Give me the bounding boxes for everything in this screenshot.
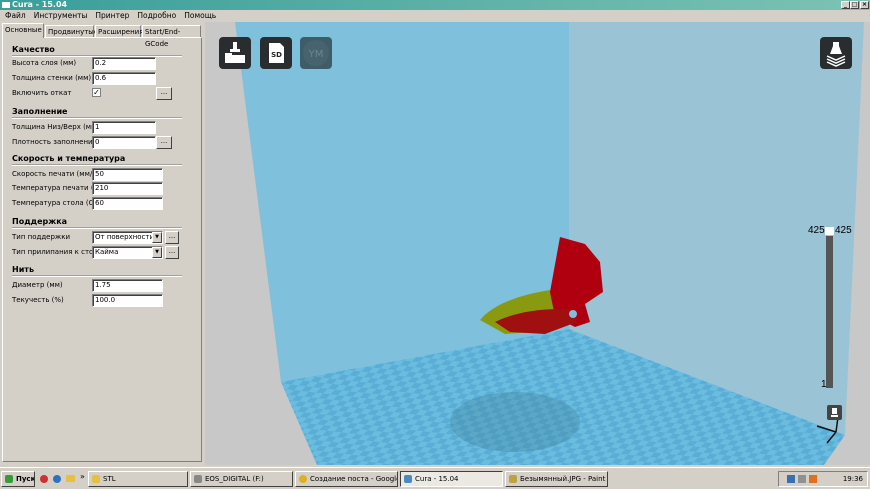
- settings-panel: Основные Продвинутые Расширения Start/En…: [0, 22, 205, 465]
- taskbar-item-label: Создание поста - Google...: [310, 475, 398, 483]
- start-label: Пуск: [16, 475, 35, 483]
- print-speed-label: Скорость печати (мм/с): [12, 170, 99, 178]
- flow-label: Текучесть (%): [12, 296, 64, 304]
- clock: 19:36: [842, 475, 863, 483]
- bottom-top-thickness-label: Толщина Низ/Верх (мм): [12, 123, 100, 131]
- taskbar-item-eos-digital[interactable]: EOS_DIGITAL (F:): [190, 471, 293, 487]
- layer-max-right: 425: [835, 225, 852, 236]
- load-icon: [225, 42, 245, 63]
- flow-input[interactable]: 100.0: [92, 294, 163, 307]
- layer-height-input[interactable]: 0.2: [92, 57, 156, 70]
- svg-text:SD: SD: [271, 51, 282, 59]
- wall-thickness-input[interactable]: 0.6: [92, 72, 156, 85]
- adhesion-type-value: Кайма: [95, 248, 119, 256]
- adhesion-type-select[interactable]: Кайма ▼: [92, 246, 163, 259]
- svg-text:YM: YM: [308, 49, 324, 60]
- ie-icon[interactable]: [53, 475, 61, 483]
- print-icon: [831, 408, 838, 417]
- retraction-label: Включить откат: [12, 89, 72, 97]
- taskbar-item-stl[interactable]: STL: [88, 471, 188, 487]
- start-button[interactable]: Пуск: [1, 471, 35, 487]
- taskbar-item-paint[interactable]: Безымянный.JPG - Paint: [505, 471, 608, 487]
- bed-temperature-input[interactable]: 60: [92, 197, 163, 210]
- layer-slider[interactable]: [826, 236, 833, 388]
- youmagine-button[interactable]: YM: [300, 37, 332, 69]
- support-type-value: От поверхности: [95, 233, 155, 241]
- opera-icon[interactable]: [40, 475, 48, 483]
- load-model-button[interactable]: [219, 37, 251, 69]
- menu-expert[interactable]: Подробно: [137, 11, 176, 20]
- close-button[interactable]: ×: [860, 1, 869, 9]
- menu-help[interactable]: Помощь: [184, 11, 216, 20]
- tray-icon[interactable]: [787, 475, 795, 483]
- tab-basic[interactable]: Основные: [2, 23, 44, 38]
- view-mode-button[interactable]: [820, 37, 852, 69]
- retraction-more-button[interactable]: ...: [156, 87, 172, 100]
- print-temperature-label: Температура печати (С): [12, 184, 102, 192]
- taskbar-item-label: EOS_DIGITAL (F:): [205, 475, 264, 483]
- tab-content: Качество Высота слоя (мм) 0.2 Толщина ст…: [2, 37, 202, 462]
- taskbar-item-label: Cura - 15.04: [415, 475, 459, 483]
- adhesion-more-button[interactable]: ...: [165, 246, 179, 259]
- divider: [12, 164, 182, 166]
- menu-file[interactable]: Файл: [5, 11, 26, 20]
- section-support: Поддержка: [12, 217, 68, 226]
- taskbar: Пуск » STL EOS_DIGITAL (F:) Создание пос…: [0, 467, 870, 489]
- menu-printer[interactable]: Принтер: [95, 11, 129, 20]
- divider: [12, 117, 182, 119]
- scene: [235, 22, 864, 465]
- 3d-viewport[interactable]: SD YM 425 425 1: [205, 22, 870, 465]
- sd-card-icon: SD: [269, 43, 284, 63]
- layers-view-icon: [826, 42, 846, 67]
- tray-icon[interactable]: [809, 475, 817, 483]
- youmagine-icon: YM: [303, 40, 329, 66]
- taskbar-item-label: STL: [103, 475, 116, 483]
- wall-thickness-label: Толщина стенки (мм): [12, 74, 92, 82]
- chevron-down-icon[interactable]: ▼: [152, 247, 162, 258]
- title-bar: Cura - 15.04 _ □ ×: [0, 0, 870, 10]
- app-icon: [2, 2, 10, 8]
- taskbar-item-label: Безымянный.JPG - Paint: [520, 475, 606, 483]
- taskbar-item-cura[interactable]: Cura - 15.04: [400, 471, 503, 487]
- chevron-down-icon[interactable]: ▼: [152, 232, 162, 243]
- fill-density-input[interactable]: 0: [92, 136, 156, 149]
- support-type-label: Тип поддержки: [12, 233, 70, 241]
- menu-tools[interactable]: Инструменты: [34, 11, 88, 20]
- section-filament: Нить: [12, 265, 34, 274]
- model-shadow: [450, 392, 580, 452]
- print-button[interactable]: [827, 405, 842, 420]
- maximize-button[interactable]: □: [850, 1, 859, 9]
- save-to-sd-button[interactable]: SD: [260, 37, 292, 69]
- print-speed-input[interactable]: 50: [92, 168, 163, 181]
- section-quality: Качество: [12, 45, 55, 54]
- minimize-button[interactable]: _: [841, 1, 850, 9]
- support-more-button[interactable]: ...: [165, 231, 179, 244]
- fill-density-label: Плотность заполнения: [12, 138, 97, 146]
- tray-icon[interactable]: [798, 475, 806, 483]
- bed-temperature-label: Температура стола (С): [12, 199, 97, 207]
- divider: [12, 227, 182, 229]
- section-speed-temperature: Скорость и температура: [12, 154, 126, 163]
- window-title: Cura - 15.04: [12, 0, 68, 9]
- diameter-input[interactable]: 1.75: [92, 279, 163, 292]
- layer-max-left: 425: [808, 225, 825, 236]
- adhesion-type-label: Тип прилипания к столу: [12, 248, 102, 256]
- diameter-label: Диаметр (мм): [12, 281, 63, 289]
- quicklaunch-more[interactable]: »: [80, 472, 85, 481]
- fill-more-button[interactable]: ...: [156, 136, 172, 149]
- section-fill: Заполнение: [12, 107, 68, 116]
- bottom-top-thickness-input[interactable]: 1: [92, 121, 156, 134]
- folder-icon[interactable]: [66, 475, 75, 482]
- menu-bar: Файл Инструменты Принтер Подробно Помощь: [0, 10, 870, 22]
- divider: [12, 275, 182, 277]
- layer-slider-handle[interactable]: [825, 227, 834, 235]
- support-type-select[interactable]: От поверхности ▼: [92, 231, 163, 244]
- taskbar-item-chrome[interactable]: Создание поста - Google...: [295, 471, 398, 487]
- layer-min: 1: [821, 379, 827, 390]
- retraction-checkbox[interactable]: ✓: [92, 88, 101, 97]
- print-temperature-input[interactable]: 210: [92, 182, 163, 195]
- layer-height-label: Высота слоя (мм): [12, 59, 77, 67]
- system-tray: 19:36: [778, 471, 868, 487]
